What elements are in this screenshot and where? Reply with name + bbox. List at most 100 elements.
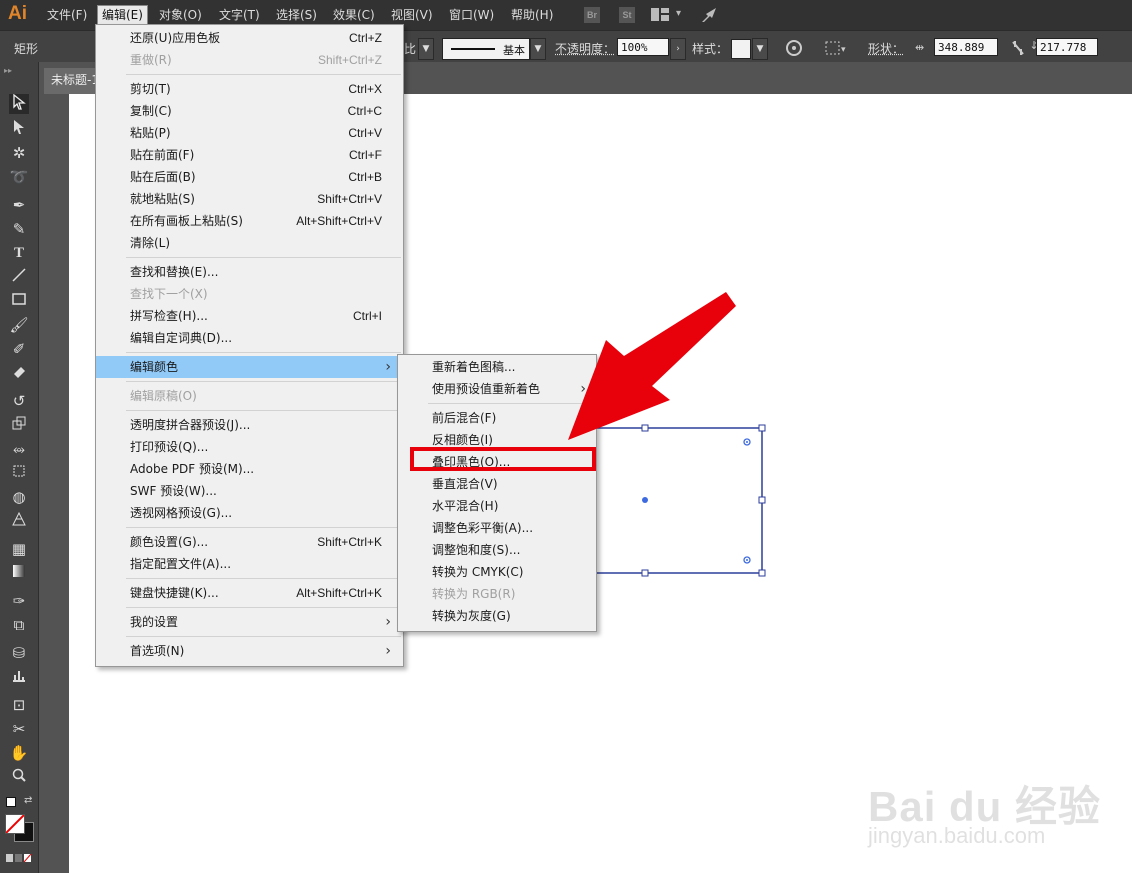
chevron-down-icon[interactable]: ▼ (752, 38, 768, 60)
shape-panel-label[interactable]: 形状： (868, 40, 904, 57)
menu-item-label: 我的设置 (130, 615, 179, 629)
chevron-down-icon[interactable]: ▼ (530, 38, 546, 60)
menu-type[interactable]: 文字(T) (215, 6, 264, 24)
menu-file[interactable]: 文件(F) (43, 6, 91, 24)
rocket-icon[interactable] (700, 6, 720, 27)
gradient-tool-icon[interactable] (9, 563, 29, 583)
menu-item-label: 颜色设置(G)... (130, 535, 209, 549)
edit-menu-item[interactable]: 查找和替换(E)... (96, 261, 403, 283)
perspective-grid-tool-icon[interactable] (9, 511, 29, 531)
edit-menu-item[interactable]: 指定配置文件(A)... (96, 553, 403, 575)
edit-menu-item[interactable]: 还原(U)应用色板 Ctrl+Z (96, 27, 403, 49)
slice-tool-icon[interactable]: ✂ (9, 719, 29, 739)
menu-item-label: 复制(C) (130, 104, 172, 118)
edit-menu-item[interactable]: 剪切(T) Ctrl+X (96, 78, 403, 100)
bridge-icon[interactable]: Br (584, 7, 600, 23)
blend-tool-icon[interactable]: ⧉ (9, 615, 29, 635)
width-input[interactable]: 348.889 px (934, 38, 998, 72)
direct-selection-tool-icon[interactable] (9, 119, 29, 139)
edit-menu-item[interactable]: 首选项(N) › (96, 640, 403, 662)
edit-menu-item[interactable]: 贴在后面(B) Ctrl+B (96, 166, 403, 188)
free-transform-tool-icon[interactable] (9, 463, 29, 483)
eyedropper-tool-icon[interactable]: ✑ (9, 591, 29, 611)
edit-menu-item[interactable]: 颜色设置(G)... Shift+Ctrl+K (96, 531, 403, 553)
pen-tool-icon[interactable]: ✒ (9, 195, 29, 215)
scale-tool-icon[interactable] (9, 415, 29, 435)
lasso-tool-icon[interactable]: ➰ (9, 167, 29, 187)
mesh-tool-icon[interactable]: ▦ (9, 539, 29, 559)
edit-colors-submenu-item[interactable]: 调整色彩平衡(A)... (398, 517, 596, 539)
edit-menu-item[interactable]: 编辑颜色 › (96, 356, 403, 378)
edit-menu-item[interactable]: 打印预设(Q)... (96, 436, 403, 458)
type-tool-icon[interactable]: T (9, 243, 29, 263)
menu-item-shortcut: Ctrl+X (348, 82, 382, 96)
default-colors-icon[interactable] (6, 797, 16, 807)
recolor-artwork-icon[interactable] (785, 39, 803, 60)
symbol-sprayer-tool-icon[interactable]: ⛁ (9, 643, 29, 663)
edit-menu-item[interactable]: 粘贴(P) Ctrl+V (96, 122, 403, 144)
menu-object[interactable]: 对象(O) (155, 6, 206, 24)
artboard-tool-icon[interactable]: ⊡ (9, 695, 29, 715)
menu-item-label: 贴在前面(F) (130, 148, 195, 162)
menu-effect[interactable]: 效果(C) (329, 6, 379, 24)
edit-menu-item[interactable]: 编辑自定词典(D)... (96, 327, 403, 349)
edit-menu-item[interactable]: Adobe PDF 预设(M)... (96, 458, 403, 480)
align-icon[interactable]: ▾ (825, 39, 849, 60)
rectangle-tool-icon[interactable] (9, 291, 29, 311)
menu-item-label: 调整饱和度(S)... (432, 543, 521, 557)
edit-colors-submenu-item[interactable]: 调整饱和度(S)... (398, 539, 596, 561)
height-input[interactable]: 217.778 px (1036, 38, 1098, 72)
menu-separator (126, 607, 401, 608)
stock-icon[interactable]: St (619, 7, 635, 23)
edit-menu-item[interactable]: 复制(C) Ctrl+C (96, 100, 403, 122)
menu-window[interactable]: 窗口(W) (445, 6, 498, 24)
edit-menu-item[interactable]: 贴在前面(F) Ctrl+F (96, 144, 403, 166)
stroke-style-dropdown[interactable]: 基本 (442, 38, 530, 60)
edit-menu-item[interactable]: 透视网格预设(G)... (96, 502, 403, 524)
color-mode-icons[interactable] (6, 852, 32, 863)
menu-view[interactable]: 视图(V) (387, 6, 437, 24)
edit-menu-item[interactable]: 就地粘贴(S) Shift+Ctrl+V (96, 188, 403, 210)
constrain-link-icon[interactable] (1010, 39, 1026, 60)
opacity-label[interactable]: 不透明度： (555, 40, 615, 57)
curvature-tool-icon[interactable]: ✎ (9, 219, 29, 239)
menu-separator (126, 381, 401, 382)
shape-builder-tool-icon[interactable]: ◍ (9, 487, 29, 507)
edit-colors-submenu-item[interactable]: 转换为 CMYK(C) (398, 561, 596, 583)
fill-color-swatch[interactable] (5, 814, 25, 834)
menu-select[interactable]: 选择(S) (272, 6, 321, 24)
line-tool-icon[interactable] (9, 267, 29, 287)
workspace-layout-icon[interactable] (651, 8, 669, 21)
eraser-tool-icon[interactable] (9, 363, 29, 383)
swap-colors-icon[interactable]: ⇄ (24, 795, 32, 806)
column-graph-tool-icon[interactable] (9, 667, 29, 687)
shaper-tool-icon[interactable]: ✐ (9, 339, 29, 359)
rotate-tool-icon[interactable]: ↺ (9, 391, 29, 411)
width-tool-icon[interactable]: ⥈ (9, 439, 29, 459)
edit-colors-submenu-item[interactable]: 转换为灰度(G) (398, 605, 596, 627)
edit-menu-item[interactable]: 透明度拼合器预设(J)... (96, 414, 403, 436)
opacity-input[interactable]: 100% (617, 38, 669, 56)
edit-menu-item[interactable]: 我的设置 › (96, 611, 403, 633)
edit-menu-item[interactable]: 拼写检查(H)... Ctrl+I (96, 305, 403, 327)
edit-colors-submenu-item[interactable]: 垂直混合(V) (398, 473, 596, 495)
menu-item-label: 打印预设(Q)... (130, 440, 209, 454)
edit-menu-item[interactable]: 在所有画板上粘贴(S) Alt+Shift+Ctrl+V (96, 210, 403, 232)
selection-tool-icon[interactable] (9, 93, 29, 114)
chevron-down-icon[interactable]: ▼ (418, 38, 434, 60)
collapse-panel-icon[interactable]: ▸▸ (4, 66, 12, 75)
edit-menu-item[interactable]: 键盘快捷键(K)... Alt+Shift+Ctrl+K (96, 582, 403, 604)
menu-edit[interactable]: 编辑(E) (97, 5, 148, 25)
edit-menu-item[interactable]: SWF 预设(W)... (96, 480, 403, 502)
edit-colors-submenu-item[interactable]: 水平混合(H) (398, 495, 596, 517)
magic-wand-tool-icon[interactable]: ✲ (9, 143, 29, 163)
edit-menu-item[interactable]: 清除(L) (96, 232, 403, 254)
hand-tool-icon[interactable]: ✋ (9, 743, 29, 763)
menu-help[interactable]: 帮助(H) (507, 6, 557, 24)
paintbrush-tool-icon[interactable]: 🖌 (9, 315, 29, 335)
graphic-style-swatch[interactable] (731, 39, 751, 59)
chevron-right-icon[interactable]: › (670, 38, 686, 60)
zoom-tool-icon[interactable] (9, 767, 29, 787)
chevron-down-icon[interactable]: ▾ (676, 8, 681, 19)
document-tab[interactable]: 未标题-1 (44, 68, 100, 94)
